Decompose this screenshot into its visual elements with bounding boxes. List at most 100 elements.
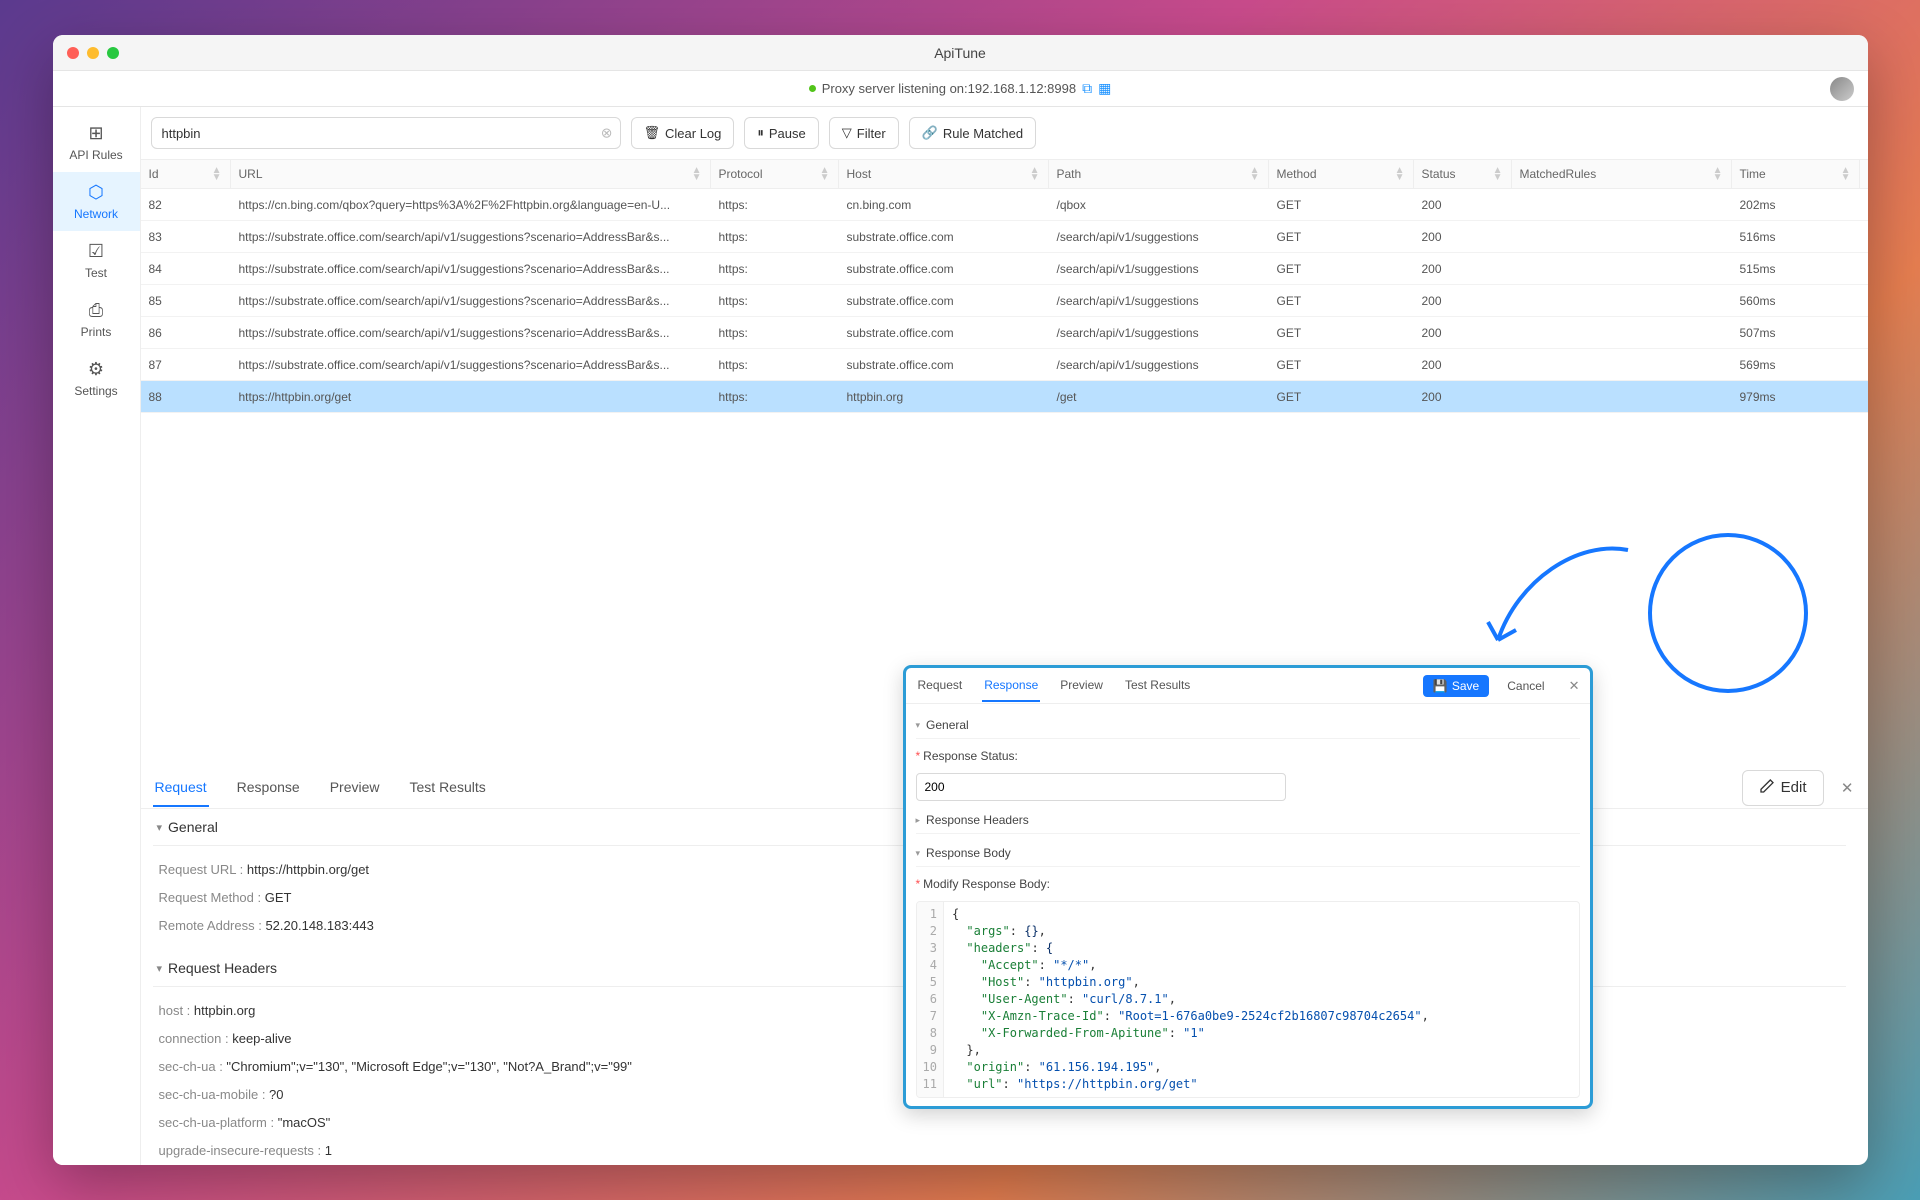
filter-button[interactable]: ▽Filter [829,117,899,149]
status-address: 192.168.1.12:8998 [968,81,1076,96]
tab-test-results[interactable]: Test Results [408,769,488,807]
sort-icon: ▲▼ [692,167,702,181]
edit-tab-request[interactable]: Request [916,670,965,702]
pause-button[interactable]: ⏸Pause [744,117,818,149]
close-window-button[interactable] [67,47,79,59]
traffic-lights [67,47,119,59]
sidebar-item-label: API Rules [69,148,122,162]
cell-path: /search/api/v1/suggestions [1049,326,1269,340]
window-title: ApiTune [934,45,986,61]
cell-host: substrate.office.com [839,294,1049,308]
cell-id: 83 [141,230,231,244]
filter-icon: ▽ [842,125,852,141]
sort-icon: ▲▼ [1395,167,1405,181]
sort-icon: ▲▼ [1841,167,1851,181]
cell-path: /search/api/v1/suggestions [1049,358,1269,372]
table-row[interactable]: 86https://substrate.office.com/search/ap… [141,317,1868,349]
column-header-protocol[interactable]: Protocol▲▼ [711,160,839,188]
sidebar-item-settings[interactable]: ⚙Settings [53,349,140,408]
edit-tab-test-results[interactable]: Test Results [1123,670,1192,702]
cell-host: substrate.office.com [839,358,1049,372]
sidebar-item-api-rules[interactable]: ⊞ API Rules [53,113,140,172]
cell-path: /get [1049,390,1269,404]
cell-status: 200 [1414,294,1512,308]
tab-response[interactable]: Response [235,769,302,807]
api rules-icon: ⊞ [88,123,103,144]
cell-url: https://substrate.office.com/search/api/… [231,358,711,372]
table-row[interactable]: 83https://substrate.office.com/search/ap… [141,221,1868,253]
edit-button[interactable]: Edit [1742,770,1824,806]
cell-url: https://substrate.office.com/search/api/… [231,262,711,276]
chevron-down-icon: ▾ [916,848,921,859]
sort-icon: ▲▼ [1493,167,1503,181]
cell-id: 85 [141,294,231,308]
column-header-status[interactable]: Status▲▼ [1414,160,1512,188]
table-row[interactable]: 87https://substrate.office.com/search/ap… [141,349,1868,381]
cell-time: 979ms [1732,390,1860,404]
table-row[interactable]: 84https://substrate.office.com/search/ap… [141,253,1868,285]
clear-search-icon[interactable]: ⊗ [601,125,613,142]
cell-protocol: https: [711,262,839,276]
clear-log-button[interactable]: 🗑Clear Log [631,117,735,149]
column-header-method[interactable]: Method▲▼ [1269,160,1414,188]
test-icon: ☑ [88,241,104,262]
cell-method: GET [1269,326,1414,340]
close-detail-icon[interactable]: ✕ [1841,779,1854,797]
cell-url: https://httpbin.org/get [231,390,711,404]
column-header-host[interactable]: Host▲▼ [839,160,1049,188]
pencil-icon [1759,778,1775,798]
edit-section-response-headers[interactable]: ▸Response Headers [916,807,1580,834]
sidebar-item-prints[interactable]: ⎙ Prints [53,290,140,349]
save-icon: 💾 [1433,679,1448,693]
column-header-path[interactable]: Path▲▼ [1049,160,1269,188]
prints-icon: ⎙ [89,300,103,321]
chevron-down-icon: ▾ [157,962,163,975]
response-body-editor[interactable]: 1234567891011 { "args": {}, "headers": {… [916,901,1580,1098]
save-button[interactable]: 💾Save [1423,675,1489,697]
maximize-window-button[interactable] [107,47,119,59]
qrcode-icon[interactable]: ▦ [1098,80,1111,97]
cell-time: 569ms [1732,358,1860,372]
status-bar: Proxy server listening on: 192.168.1.12:… [53,71,1868,107]
cell-status: 200 [1414,198,1512,212]
table-row[interactable]: 82https://cn.bing.com/qbox?query=https%3… [141,189,1868,221]
sidebar-item-label: Prints [81,325,112,339]
settings-icon: ⚙ [88,359,104,380]
column-header-time[interactable]: Time▲▼ [1732,160,1860,188]
column-header-id[interactable]: Id▲▼ [141,160,231,188]
sidebar-item-network[interactable]: ⬡Network [53,172,140,231]
avatar[interactable] [1830,77,1854,101]
chevron-right-icon: ▸ [916,815,921,826]
table-row[interactable]: 88https://httpbin.org/gethttps:httpbin.o… [141,381,1868,413]
edit-section-response-body[interactable]: ▾Response Body [916,840,1580,867]
cancel-button[interactable]: Cancel [1507,679,1544,693]
rule-matched-button[interactable]: 🔗Rule Matched [909,117,1036,149]
cell-protocol: https: [711,294,839,308]
cell-url: https://substrate.office.com/search/api/… [231,326,711,340]
sidebar-item-test[interactable]: ☑Test [53,231,140,290]
edit-tab-preview[interactable]: Preview [1058,670,1105,702]
cell-path: /search/api/v1/suggestions [1049,262,1269,276]
copy-address-icon[interactable]: ⧉ [1082,80,1092,97]
tab-request[interactable]: Request [153,769,209,807]
response-status-input[interactable] [916,773,1286,801]
cell-protocol: https: [711,326,839,340]
edit-tab-response[interactable]: Response [982,670,1040,702]
close-edit-panel-icon[interactable]: ✕ [1569,678,1580,694]
cell-protocol: https: [711,198,839,212]
chevron-down-icon: ▾ [157,821,163,834]
cell-method: GET [1269,198,1414,212]
cell-status: 200 [1414,326,1512,340]
column-header-matchedrules[interactable]: MatchedRules▲▼ [1512,160,1732,188]
table-row[interactable]: 85https://substrate.office.com/search/ap… [141,285,1868,317]
edit-section-general[interactable]: ▾General [916,712,1580,739]
key-value-row: upgrade-insecure-requests : 1 [159,1137,1840,1165]
minimize-window-button[interactable] [87,47,99,59]
column-header-url[interactable]: URL▲▼ [231,160,711,188]
trash-icon: 🗑 [644,125,661,141]
cell-path: /qbox [1049,198,1269,212]
search-input[interactable] [151,117,621,149]
sort-icon: ▲▼ [820,167,830,181]
tab-preview[interactable]: Preview [328,769,382,807]
network-icon: ⬡ [88,182,104,203]
